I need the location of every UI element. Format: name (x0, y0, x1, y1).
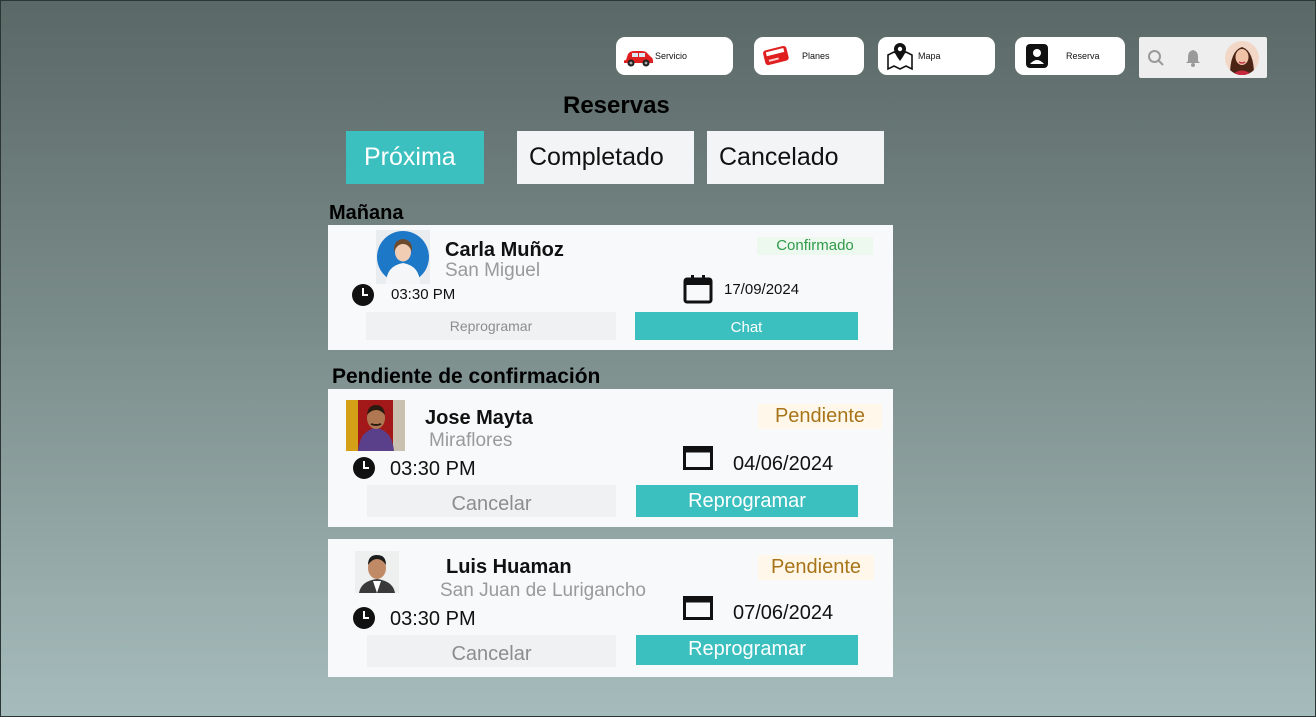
clock-icon (353, 607, 375, 629)
status-badge: Pendiente (758, 404, 882, 429)
reprogramar-button[interactable]: Reprogramar (636, 485, 858, 517)
clock-icon (352, 284, 374, 306)
section-manana-heading: Mañana (329, 202, 404, 224)
reservation-card: Luis Huaman San Juan de Lurigancho Pendi… (328, 539, 893, 677)
appointment-date: 04/06/2024 (733, 453, 834, 475)
status-badge: Confirmado (757, 237, 873, 255)
avatar (346, 400, 405, 451)
client-location: San Juan de Lurigancho (440, 580, 646, 601)
reservation-card: Carla Muñoz San Miguel Confirmado 03:30 … (328, 225, 893, 350)
car-icon (624, 51, 653, 67)
ticket-icon (763, 45, 789, 66)
utility-bar (1139, 37, 1267, 78)
cancelar-button[interactable]: Cancelar (367, 635, 616, 667)
bell-icon[interactable] (1185, 49, 1201, 67)
nav-reserva-label: Reserva (1066, 51, 1100, 61)
clock-icon (353, 457, 375, 479)
client-name: Luis Huaman (446, 556, 572, 578)
calendar-icon (683, 446, 713, 470)
nav-mapa-label: Mapa (918, 51, 941, 61)
calendar-icon (683, 275, 713, 304)
tab-proxima[interactable]: Próxima (346, 131, 484, 184)
nav-reserva-button[interactable]: Reserva (1015, 37, 1125, 75)
chat-button[interactable]: Chat (635, 312, 858, 340)
client-name: Carla Muñoz (445, 239, 564, 261)
user-avatar[interactable] (1225, 41, 1259, 75)
nav-servicio-label: Servicio (655, 51, 688, 61)
tab-completado[interactable]: Completado (517, 131, 694, 184)
calendar-icon (683, 596, 713, 620)
cancelar-button[interactable]: Cancelar (367, 485, 616, 517)
section-pendiente-heading: Pendiente de confirmación (332, 365, 601, 388)
appointment-date: 07/06/2024 (733, 602, 834, 624)
avatar (376, 230, 430, 284)
appointment-time: 03:30 PM (390, 458, 476, 480)
map-pin-icon (887, 43, 913, 71)
appointment-date: 17/09/2024 (724, 281, 800, 298)
appointment-time: 03:30 PM (390, 608, 476, 630)
reprogramar-button[interactable]: Reprogramar (636, 635, 858, 665)
client-location: Miraflores (429, 430, 513, 451)
client-name: Jose Mayta (425, 407, 533, 429)
nav-planes-label: Planes (802, 51, 830, 61)
status-badge: Pendiente (758, 555, 874, 580)
page-title: Reservas (563, 92, 670, 119)
user-card-icon (1026, 44, 1048, 68)
nav-servicio-button[interactable]: Servicio (616, 37, 733, 75)
nav-planes-button[interactable]: Planes (754, 37, 864, 75)
nav-mapa-button[interactable]: Mapa (878, 37, 995, 75)
search-icon[interactable] (1147, 49, 1165, 67)
tab-cancelado[interactable]: Cancelado (707, 131, 884, 184)
reprogramar-button[interactable]: Reprogramar (366, 312, 616, 340)
appointment-time: 03:30 PM (391, 286, 456, 303)
avatar (355, 551, 399, 593)
reservation-card: Jose Mayta Miraflores Pendiente 03:30 PM… (328, 389, 893, 527)
client-location: San Miguel (445, 260, 541, 281)
